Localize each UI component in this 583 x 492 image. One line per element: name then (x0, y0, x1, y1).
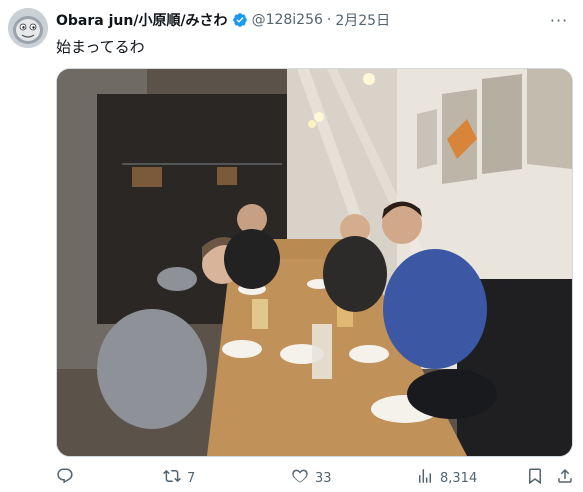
retweet-count: 7 (187, 470, 196, 486)
user-handle[interactable]: @128i256 (252, 12, 323, 28)
heart-icon (291, 467, 309, 489)
bookmark-icon (526, 467, 544, 489)
avatar[interactable] (8, 8, 48, 48)
retweet-button[interactable]: 7 (163, 467, 195, 489)
tweet-text: 始まってるわ (56, 38, 145, 56)
more-icon[interactable]: ··· (547, 10, 571, 30)
post-date[interactable]: 2月25日 (335, 10, 390, 30)
reply-button[interactable] (56, 467, 80, 489)
verified-badge-icon (232, 12, 248, 28)
share-button[interactable] (556, 467, 574, 489)
tweet-actions: 7 33 8,314 (56, 466, 574, 490)
bookmark-button[interactable] (526, 467, 544, 489)
separator-dot: · (326, 12, 332, 28)
views-chart-icon (416, 467, 434, 489)
like-count: 33 (315, 470, 332, 486)
views-button[interactable]: 8,314 (416, 467, 477, 489)
reply-icon (56, 467, 74, 489)
tweet-photo[interactable] (56, 68, 573, 457)
retweet-icon (163, 467, 181, 489)
view-count: 8,314 (440, 470, 478, 486)
like-button[interactable]: 33 (291, 467, 332, 489)
tweet-header: Obara jun/小原順/みさわ @128i256 · 2月25日 (56, 10, 543, 30)
display-name[interactable]: Obara jun/小原順/みさわ (56, 10, 228, 30)
restaurant-group-photo (57, 69, 572, 456)
share-icon (556, 467, 574, 489)
